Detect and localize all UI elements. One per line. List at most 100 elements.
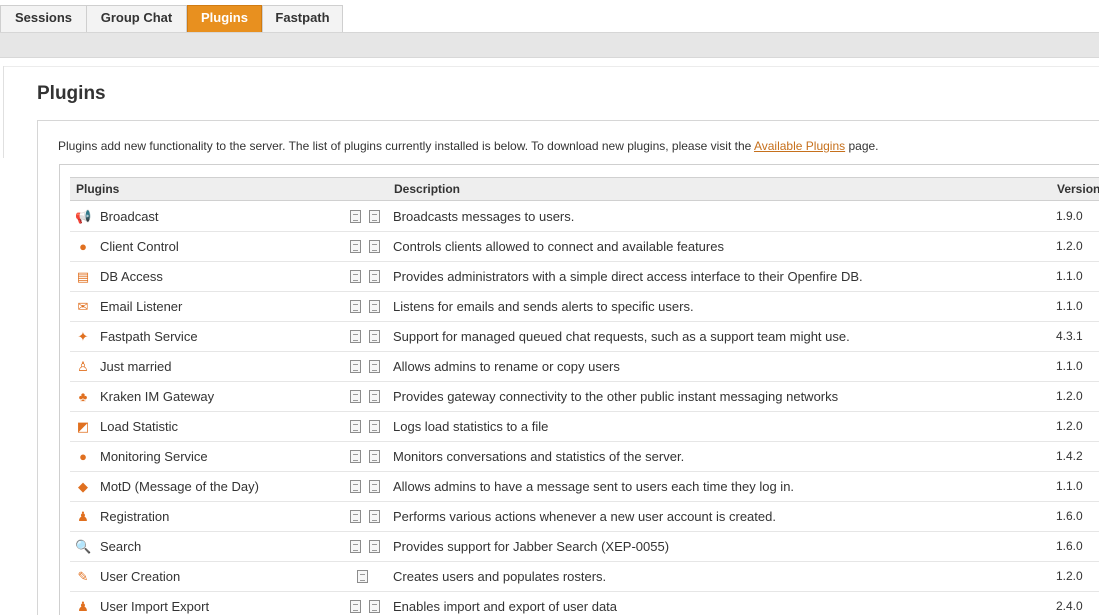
- tab-group-chat[interactable]: Group Chat: [86, 5, 187, 32]
- plugin-version: 1.1.0: [1056, 359, 1083, 373]
- available-plugins-link[interactable]: Available Plugins: [754, 139, 845, 153]
- plugin-version: 1.2.0: [1056, 389, 1083, 403]
- table-row: 🔍 Search Provides support for Jabber Searc…: [70, 532, 1099, 562]
- plugin-version: 1.1.0: [1056, 269, 1083, 283]
- plugin-version: 1.1.0: [1056, 299, 1083, 313]
- readme-icon[interactable]: [350, 300, 361, 313]
- search-icon: 🔍: [75, 539, 92, 554]
- plugin-description: Allows admins to rename or copy users: [393, 359, 620, 374]
- plugin-version: 1.2.0: [1056, 569, 1083, 583]
- plugin-name: Client Control: [100, 239, 179, 254]
- table-row: ♟ User Import Export Enables import and ex…: [70, 592, 1099, 615]
- plugin-name: Search: [100, 539, 142, 554]
- plugin-version: 2.4.0: [1056, 599, 1083, 613]
- table-row: ▤ DB Access Provides administrators with a…: [70, 262, 1099, 292]
- plugin-name: DB Access: [100, 269, 163, 284]
- readme-icon[interactable]: [350, 270, 361, 283]
- tab-sessions[interactable]: Sessions: [0, 5, 87, 32]
- database-window-icon: ▤: [76, 269, 90, 284]
- plugin-version: 1.4.2: [1056, 449, 1083, 463]
- plugin-description: Provides gateway connectivity to the oth…: [393, 389, 839, 404]
- plugin-name: Fastpath Service: [100, 329, 198, 344]
- plugin-description: Provides support for Jabber Search (XEP-…: [393, 539, 670, 554]
- readme-icon[interactable]: [350, 210, 361, 223]
- plugin-version: 1.1.0: [1056, 479, 1083, 493]
- changelog-icon[interactable]: [369, 210, 380, 223]
- plugin-description: Creates users and populates rosters.: [393, 569, 607, 584]
- plugin-name: Email Listener: [100, 299, 183, 314]
- plugin-version: 4.3.1: [1056, 329, 1083, 343]
- changelog-icon[interactable]: [369, 270, 380, 283]
- message-icon: ◆: [78, 479, 88, 494]
- plugin-version: 1.2.0: [1056, 419, 1083, 433]
- table-row: ◩ Load Statistic Logs load statistics to a…: [70, 412, 1099, 442]
- plugin-description: Allows admins to have a message sent to …: [393, 479, 795, 494]
- table-row: ♟ Registration Performs various actions wh…: [70, 502, 1099, 532]
- changelog-icon[interactable]: [369, 360, 380, 373]
- plugin-description: Performs various actions whenever a new …: [393, 509, 776, 524]
- intro-text: Plugins add new functionality to the ser…: [58, 139, 879, 153]
- top-tab-bar: Sessions Group Chat Plugins Fastpath: [0, 0, 1099, 33]
- table-row: ✎ User Creation Creates users and populate…: [70, 562, 1099, 592]
- plugin-name: User Creation: [100, 569, 181, 584]
- intro-text-lead: Plugins add new functionality to the ser…: [58, 139, 754, 153]
- plugin-description: Listens for emails and sends alerts to s…: [393, 299, 694, 314]
- changelog-icon[interactable]: [369, 300, 380, 313]
- readme-icon[interactable]: [350, 480, 361, 493]
- plugin-description: Controls clients allowed to connect and …: [393, 239, 724, 254]
- intro-text-tail: page.: [845, 139, 879, 153]
- plugin-description: Broadcasts messages to users.: [393, 209, 575, 224]
- tab-plugins[interactable]: Plugins: [187, 5, 262, 32]
- changelog-icon[interactable]: [369, 420, 380, 433]
- kraken-icon: ♣: [78, 389, 88, 404]
- plugin-version: 1.2.0: [1056, 239, 1083, 253]
- readme-icon[interactable]: [350, 540, 361, 553]
- plugin-name: Monitoring Service: [100, 449, 208, 464]
- plugin-name: Kraken IM Gateway: [100, 389, 215, 404]
- couple-icon: ♙: [77, 359, 89, 374]
- plugin-description: Support for managed queued chat requests…: [393, 329, 850, 344]
- readme-icon[interactable]: [350, 600, 361, 613]
- plugins-table: Plugins Description Version 📢 Broadcast Br…: [59, 164, 1099, 615]
- table-row: ✉ Email Listener Listens for emails and se…: [70, 292, 1099, 322]
- table-row: ♙ Just married Allows admins to rename or …: [70, 352, 1099, 382]
- readme-icon[interactable]: [350, 510, 361, 523]
- readme-icon[interactable]: [350, 450, 361, 463]
- table-row: ● Monitoring Service Monitors conversation…: [70, 442, 1099, 472]
- megaphone-icon: 📢: [75, 209, 92, 224]
- changelog-icon[interactable]: [369, 540, 380, 553]
- readme-icon[interactable]: [350, 420, 361, 433]
- table-row: ● Client Control Controls clients allowed …: [70, 232, 1099, 262]
- header-version: Version: [1057, 182, 1099, 196]
- readme-icon[interactable]: [350, 330, 361, 343]
- plugin-name: Registration: [100, 509, 170, 524]
- changelog-icon[interactable]: [369, 330, 380, 343]
- changelog-icon[interactable]: [369, 450, 380, 463]
- client-control-icon: ●: [79, 239, 87, 254]
- changelog-icon[interactable]: [369, 240, 380, 253]
- tab-fastpath[interactable]: Fastpath: [262, 5, 343, 32]
- table-header: Plugins Description Version: [70, 177, 1099, 201]
- plugin-version: 1.6.0: [1056, 539, 1083, 553]
- table-row: 📢 Broadcast Broadcasts messages to users. 1…: [70, 202, 1099, 232]
- plugins-panel: Plugins add new functionality to the ser…: [37, 120, 1099, 615]
- plugin-name: Load Statistic: [100, 419, 179, 434]
- readme-icon[interactable]: [350, 360, 361, 373]
- changelog-icon[interactable]: [369, 510, 380, 523]
- changelog-icon[interactable]: [357, 570, 368, 583]
- plugin-description: Enables import and export of user data: [393, 599, 618, 614]
- changelog-icon[interactable]: [369, 480, 380, 493]
- fastpath-flame-icon: ✦: [77, 329, 89, 344]
- sidebar-edge: [0, 66, 4, 158]
- plugin-name: MotD (Message of the Day): [100, 479, 259, 494]
- changelog-icon[interactable]: [369, 390, 380, 403]
- header-plugins: Plugins: [76, 182, 120, 196]
- changelog-icon[interactable]: [369, 600, 380, 613]
- monitoring-icon: ●: [79, 449, 87, 464]
- plugin-description: Provides administrators with a simple di…: [393, 269, 863, 284]
- plugin-description: Logs load statistics to a file: [393, 419, 549, 434]
- plugin-version: 1.6.0: [1056, 509, 1083, 523]
- readme-icon[interactable]: [350, 390, 361, 403]
- sub-navigation-bar: [0, 33, 1099, 58]
- readme-icon[interactable]: [350, 240, 361, 253]
